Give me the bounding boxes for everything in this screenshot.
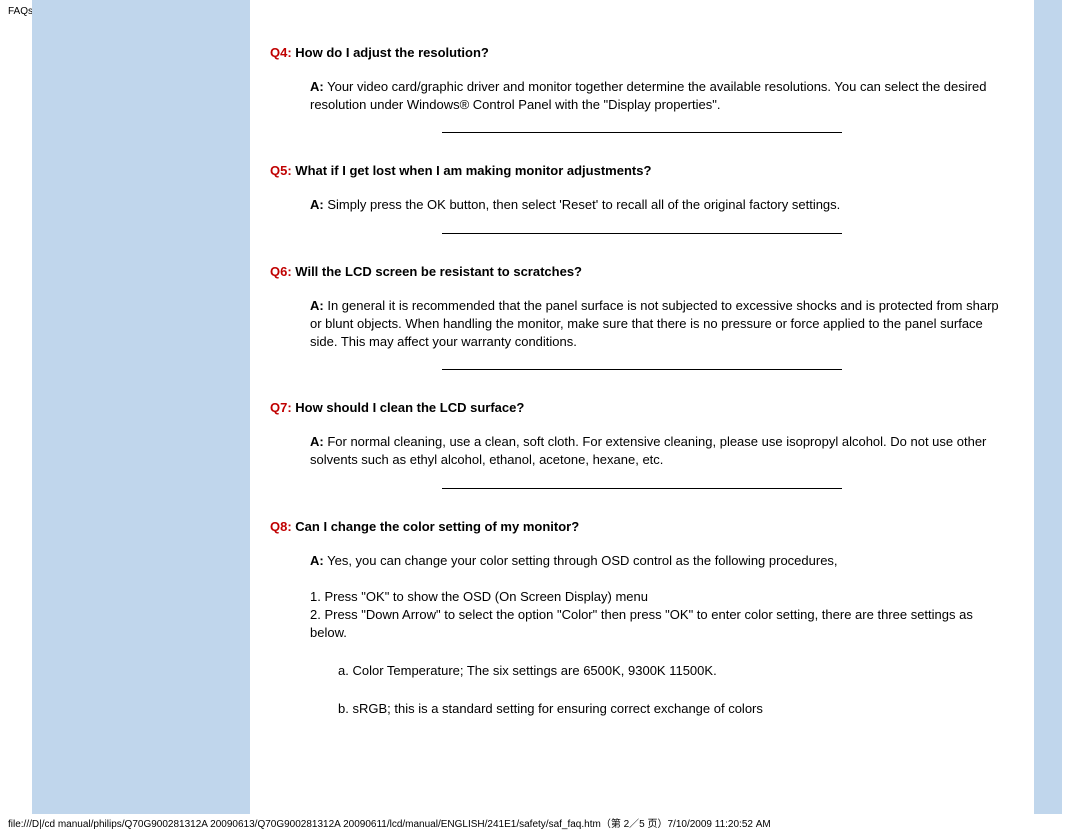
q8-step2: 2. Press "Down Arrow" to select the opti…: [310, 606, 1004, 642]
q6-a-text: In general it is recommended that the pa…: [310, 298, 999, 349]
q6-a-label: A:: [310, 298, 324, 313]
right-gutter: [1034, 0, 1062, 814]
divider: [442, 233, 842, 234]
q7-answer: A: For normal cleaning, use a clean, sof…: [270, 433, 1014, 469]
q7-text: How should I clean the LCD surface?: [295, 400, 524, 415]
divider: [442, 369, 842, 370]
q8-steps: 1. Press "OK" to show the OSD (On Screen…: [270, 588, 1014, 643]
q8-label: Q8:: [270, 519, 292, 534]
q7-question: Q7: How should I clean the LCD surface?: [270, 400, 1014, 415]
faq-q7: Q7: How should I clean the LCD surface? …: [270, 400, 1014, 469]
q8-sub-items: a. Color Temperature; The six settings a…: [270, 662, 1014, 718]
q7-a-text: For normal cleaning, use a clean, soft c…: [310, 434, 986, 467]
q5-answer: A: Simply press the OK button, then sele…: [270, 196, 1014, 214]
main-container: Q4: How do I adjust the resolution? A: Y…: [32, 0, 1062, 814]
page-footer: file:///D|/cd manual/philips/Q70G9002813…: [8, 815, 771, 830]
q4-text: How do I adjust the resolution?: [295, 45, 489, 60]
q8-answer: A: Yes, you can change your color settin…: [270, 552, 1014, 570]
q5-a-label: A:: [310, 197, 324, 212]
q8-item-a: a. Color Temperature; The six settings a…: [338, 662, 1004, 680]
q5-question: Q5: What if I get lost when I am making …: [270, 163, 1014, 178]
q8-item-b: b. sRGB; this is a standard setting for …: [338, 700, 1004, 718]
q7-label: Q7:: [270, 400, 292, 415]
content-area: Q4: How do I adjust the resolution? A: Y…: [250, 0, 1034, 814]
q7-a-label: A:: [310, 434, 324, 449]
q4-label: Q4:: [270, 45, 292, 60]
faq-q5: Q5: What if I get lost when I am making …: [270, 163, 1014, 214]
left-sidebar: [32, 0, 250, 814]
q5-text: What if I get lost when I am making moni…: [295, 163, 651, 178]
q4-a-text: Your video card/graphic driver and monit…: [310, 79, 986, 112]
q8-step1: 1. Press "OK" to show the OSD (On Screen…: [310, 588, 1004, 606]
q4-answer: A: Your video card/graphic driver and mo…: [270, 78, 1014, 114]
q6-answer: A: In general it is recommended that the…: [270, 297, 1014, 352]
q6-question: Q6: Will the LCD screen be resistant to …: [270, 264, 1014, 279]
faq-q6: Q6: Will the LCD screen be resistant to …: [270, 264, 1014, 352]
q8-text: Can I change the color setting of my mon…: [295, 519, 579, 534]
q8-question: Q8: Can I change the color setting of my…: [270, 519, 1014, 534]
q5-label: Q5:: [270, 163, 292, 178]
q4-question: Q4: How do I adjust the resolution?: [270, 45, 1014, 60]
q8-a-label: A:: [310, 553, 324, 568]
q5-a-text: Simply press the OK button, then select …: [327, 197, 840, 212]
q6-text: Will the LCD screen be resistant to scra…: [295, 264, 582, 279]
divider: [442, 488, 842, 489]
faq-q4: Q4: How do I adjust the resolution? A: Y…: [270, 45, 1014, 114]
q8-a-text: Yes, you can change your color setting t…: [327, 553, 837, 568]
q6-label: Q6:: [270, 264, 292, 279]
faq-q8: Q8: Can I change the color setting of my…: [270, 519, 1014, 719]
q4-a-label: A:: [310, 79, 324, 94]
divider: [442, 132, 842, 133]
